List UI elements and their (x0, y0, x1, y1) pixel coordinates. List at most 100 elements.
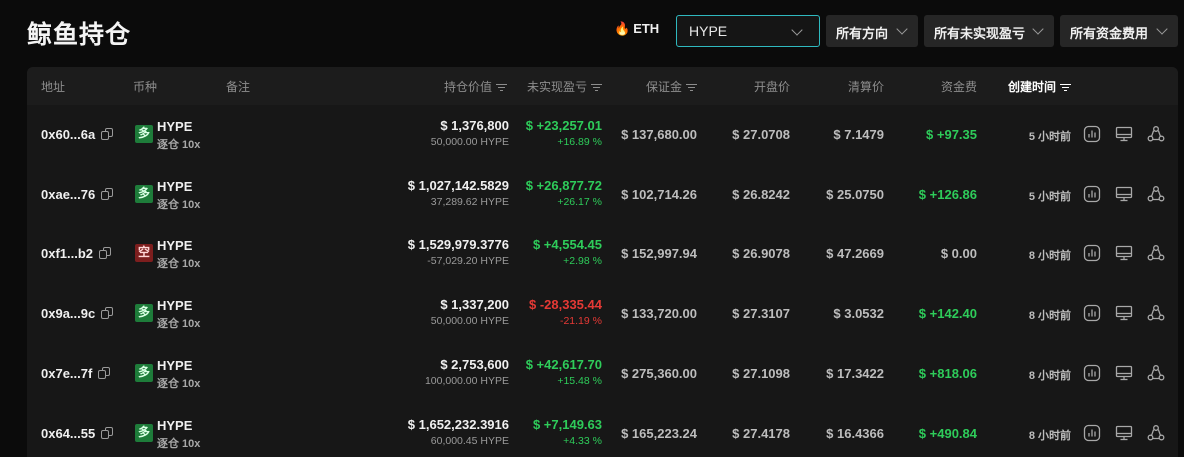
copy-icon[interactable] (101, 426, 114, 439)
table-header: 地址 币种 备注 持仓价值 未实现盈亏 保证金 开盘价 清算价 资金费 创建时间 (27, 67, 1178, 105)
address-text: 0x7e...7f (41, 365, 93, 381)
sort-icon (1060, 83, 1071, 92)
share-icon[interactable] (1147, 185, 1165, 203)
address-text: 0x64...55 (41, 425, 96, 441)
address-cell[interactable]: 0x64...55 (41, 425, 114, 441)
chart-icon[interactable] (1083, 244, 1101, 262)
copy-icon[interactable] (99, 247, 112, 260)
unrealized-dropdown[interactable]: 所有未实现盈亏 (924, 15, 1054, 47)
coin-name: HYPE (157, 119, 193, 134)
col-margin[interactable]: 保证金 (646, 78, 697, 95)
table-row[interactable]: 0x7e...7f 多 HYPE 逐仓 10x $ 2,753,600 100,… (27, 344, 1178, 404)
funding-fee: $ +142.40 (918, 306, 977, 322)
monitor-icon[interactable] (1115, 125, 1133, 143)
monitor-icon[interactable] (1115, 244, 1133, 262)
copy-icon[interactable] (101, 307, 114, 320)
created-time: 5 小时前 (1028, 190, 1071, 203)
liq-price: $ 3.0532 (833, 306, 884, 322)
table-row[interactable]: 0x9a...9c 多 HYPE 逐仓 10x $ 1,337,200 50,0… (27, 284, 1178, 344)
coin-select[interactable]: HYPE (676, 15, 820, 47)
leverage-text: 逐仓 10x (157, 377, 201, 390)
unrealized-pnl: $ +23,257.01 (525, 118, 602, 133)
funding-fee: $ +126.86 (918, 186, 977, 202)
address-cell[interactable]: 0x60...6a (41, 127, 114, 142)
position-size: 37,289.62 HYPE (430, 195, 509, 208)
address-cell[interactable]: 0xae...76 (41, 186, 114, 202)
position-size: 50,000.00 HYPE (430, 315, 509, 328)
monitor-icon[interactable] (1115, 364, 1133, 382)
position-value: $ 1,652,232.3916 (407, 416, 509, 432)
table-row[interactable]: 0x60...6a 多 HYPE 逐仓 10x $ 1,376,800 50,0… (27, 105, 1178, 165)
sort-icon (496, 83, 507, 92)
chart-icon[interactable] (1083, 125, 1101, 143)
position-value: $ 1,529,979.3776 (407, 237, 509, 253)
chevron-down-icon (791, 24, 803, 36)
col-created[interactable]: 创建时间 (1008, 78, 1071, 95)
address-cell[interactable]: 0xf1...b2 (41, 246, 112, 262)
chart-icon[interactable] (1083, 364, 1101, 382)
col-position-value[interactable]: 持仓价值 (444, 78, 507, 95)
chevron-down-icon (1156, 23, 1168, 35)
col-unrealized-pnl[interactable]: 未实现盈亏 (527, 78, 602, 95)
unrealized-pnl-pct: +2.98 % (563, 255, 602, 268)
unrealized-pnl: $ -28,335.44 (528, 297, 602, 313)
monitor-icon[interactable] (1115, 185, 1133, 203)
chart-icon[interactable] (1083, 424, 1101, 442)
monitor-icon[interactable] (1115, 424, 1133, 442)
copy-icon[interactable] (101, 128, 114, 140)
chart-icon[interactable] (1083, 304, 1101, 322)
col-margin-label: 保证金 (645, 80, 682, 94)
copy-icon[interactable] (98, 366, 111, 379)
copy-icon[interactable] (101, 187, 114, 200)
liq-price: $ 16.4366 (826, 425, 884, 441)
direction-dropdown-label: 所有方向 (836, 26, 889, 41)
share-icon[interactable] (1147, 424, 1165, 442)
margin-value: $ 137,680.00 (621, 127, 697, 142)
leverage-text: 逐仓 10x (157, 198, 201, 211)
coin-name: HYPE (157, 178, 193, 194)
funding-fee: $ +490.84 (918, 425, 977, 441)
open-price: $ 27.1098 (732, 365, 790, 381)
unrealized-pnl: $ +7,149.63 (532, 416, 602, 432)
leverage-text: 逐仓 10x (157, 139, 201, 151)
side-badge: 多 (135, 125, 153, 143)
liq-price: $ 25.0750 (826, 186, 884, 202)
chevron-down-icon (896, 23, 908, 35)
position-size: 50,000.00 HYPE (430, 136, 509, 148)
funding-dropdown[interactable]: 所有资金费用 (1060, 15, 1178, 47)
direction-dropdown[interactable]: 所有方向 (826, 15, 918, 47)
chart-icon[interactable] (1083, 185, 1101, 203)
share-icon[interactable] (1147, 364, 1165, 382)
address-cell[interactable]: 0x7e...7f (41, 365, 111, 381)
table-row[interactable]: 0xae...76 多 HYPE 逐仓 10x $ 1,027,142.5829… (27, 165, 1178, 225)
monitor-icon[interactable] (1115, 304, 1133, 322)
created-time: 8 小时前 (1028, 310, 1071, 323)
eth-filter[interactable]: 🔥 ETH (614, 21, 659, 37)
address-text: 0x9a...9c (41, 306, 96, 322)
unrealized-pnl-pct: +26.17 % (557, 195, 602, 208)
share-icon[interactable] (1147, 244, 1165, 262)
unrealized-dropdown-label: 所有未实现盈亏 (934, 26, 1026, 41)
side-badge: 多 (135, 423, 153, 442)
unrealized-pnl: $ +42,617.70 (525, 356, 602, 372)
address-text: 0xf1...b2 (41, 246, 94, 262)
address-text: 0x60...6a (41, 127, 96, 142)
table-row[interactable]: 0x64...55 多 HYPE 逐仓 10x $ 1,652,232.3916… (27, 404, 1178, 457)
open-price: $ 27.3107 (732, 306, 790, 322)
created-time: 8 小时前 (1028, 250, 1071, 263)
position-value: $ 2,753,600 (440, 356, 509, 372)
funding-fee: $ +818.06 (918, 365, 977, 381)
table-row[interactable]: 0xf1...b2 空 HYPE 逐仓 10x $ 1,529,979.3776… (27, 224, 1178, 284)
address-cell[interactable]: 0x9a...9c (41, 306, 114, 322)
margin-value: $ 275,360.00 (621, 365, 697, 381)
open-price: $ 27.4178 (732, 425, 790, 441)
address-text: 0xae...76 (41, 186, 96, 202)
sort-icon (686, 83, 697, 92)
funding-dropdown-label: 所有资金费用 (1070, 26, 1149, 41)
position-value: $ 1,376,800 (440, 118, 509, 133)
fire-icon: 🔥 (614, 21, 631, 36)
chevron-down-icon (1032, 23, 1044, 35)
share-icon[interactable] (1147, 125, 1165, 143)
share-icon[interactable] (1147, 304, 1165, 322)
positions-table: 地址 币种 备注 持仓价值 未实现盈亏 保证金 开盘价 清算价 资金费 创建时间… (27, 67, 1178, 457)
